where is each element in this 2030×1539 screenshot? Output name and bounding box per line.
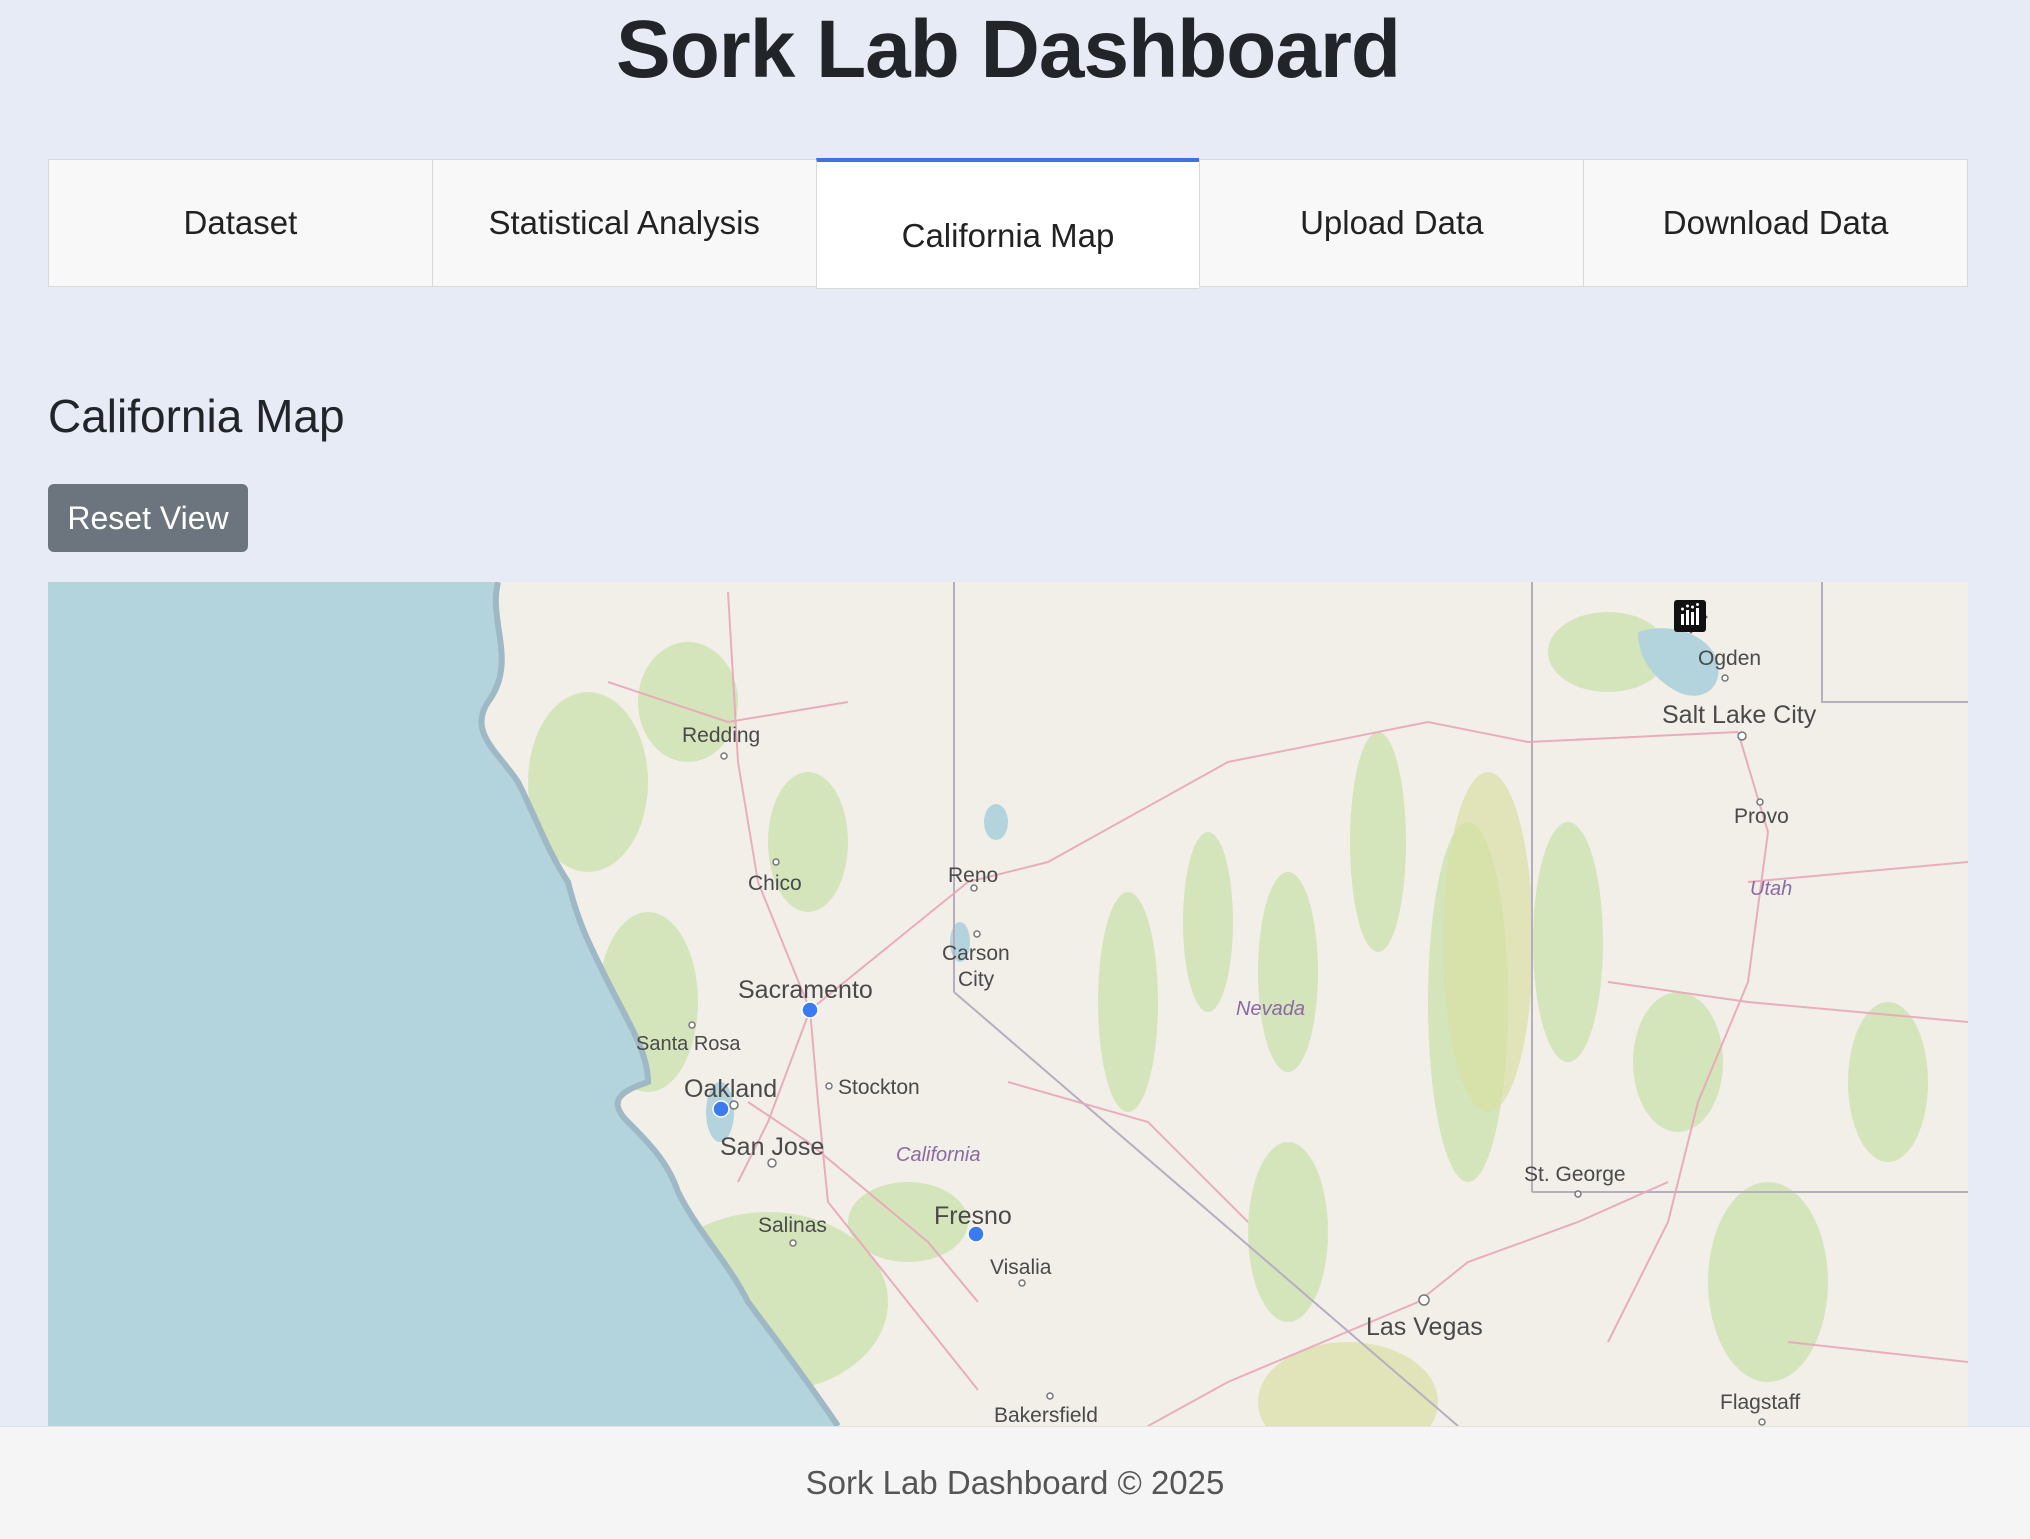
city-label-oakland: Oakland (684, 1075, 777, 1103)
tab-california-map[interactable]: California Map (815, 158, 1200, 289)
city-label-redding: Redding (682, 724, 760, 747)
page-title: Sork Lab Dashboard (616, 4, 1401, 95)
city-label-st-george: St. George (1524, 1163, 1626, 1186)
state-label-california: California (896, 1144, 980, 1166)
zoom-out-icon[interactable] (1674, 600, 1858, 634)
city-label-salt-lake-city: Salt Lake City (1662, 701, 1817, 729)
tab-upload-data[interactable]: Upload Data (1199, 159, 1584, 287)
city-label-bakersfield: Bakersfield (994, 1404, 1098, 1426)
city-label-provo: Provo (1734, 805, 1789, 828)
city-label-san-jose: San Jose (720, 1133, 824, 1161)
city-label-carson: Carson (942, 942, 1010, 965)
city-label-flagstaff: Flagstaff (1720, 1391, 1800, 1414)
zoom-in-icon[interactable] (1674, 600, 1808, 634)
plotly-logo-icon[interactable] (1674, 600, 1958, 634)
map-modebar (1674, 600, 1958, 634)
marker-sacramento[interactable] (801, 1001, 819, 1019)
tab-bar: Dataset Statistical Analysis California … (48, 158, 1968, 290)
pan-icon[interactable] (1674, 600, 1758, 634)
footer: Sork Lab Dashboard © 2025 (0, 1426, 2030, 1539)
marker-oakland[interactable] (712, 1100, 730, 1118)
home-icon[interactable] (1675, 600, 1908, 634)
reset-view-button[interactable]: Reset View (48, 484, 248, 552)
city-label-las-vegas: Las Vegas (1366, 1313, 1483, 1341)
city-label-ogden: Ogden (1698, 647, 1761, 670)
tab-download-data[interactable]: Download Data (1583, 159, 1968, 287)
city-label-fresno: Fresno (934, 1202, 1012, 1230)
map-tiles[interactable]: Ogden Salt Lake City Provo Utah Redding … (48, 582, 1968, 1426)
city-label-reno: Reno (948, 864, 998, 887)
city-label-visalia: Visalia (990, 1256, 1052, 1279)
california-map[interactable]: Ogden Salt Lake City Provo Utah Redding … (48, 582, 1968, 1426)
footer-text: Sork Lab Dashboard © 2025 (805, 1464, 1225, 1501)
city-label-stockton: Stockton (838, 1076, 920, 1099)
city-label-sacramento: Sacramento (738, 976, 873, 1004)
tab-statistical-analysis[interactable]: Statistical Analysis (431, 159, 816, 287)
city-label-santa-rosa: Santa Rosa (636, 1033, 741, 1055)
city-label-salinas: Salinas (758, 1214, 827, 1237)
marker-fresno[interactable] (967, 1225, 985, 1243)
city-label-carson-city: City (958, 968, 995, 991)
city-label-chico: Chico (748, 872, 802, 895)
state-label-nevada: Nevada (1236, 998, 1305, 1020)
tab-dataset[interactable]: Dataset (48, 159, 432, 287)
state-label-utah: Utah (1750, 878, 1792, 900)
section-title: California Map (48, 390, 345, 442)
